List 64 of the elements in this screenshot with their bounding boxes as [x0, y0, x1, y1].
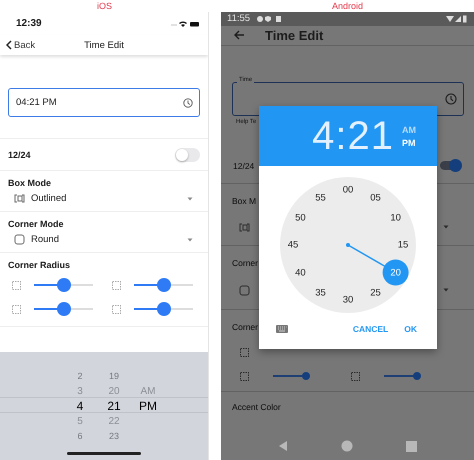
clock-icon [183, 98, 193, 108]
caret-down-icon [187, 196, 193, 200]
outline-box-icon [239, 222, 250, 232]
dropdown[interactable]: Outlined [8, 188, 200, 204]
back-arrow-icon [233, 30, 245, 40]
time-picker-wheel[interactable]: 2 3 4 5 6 19 20 21 22 23 AM PM [0, 352, 208, 460]
caret-down-icon [187, 238, 193, 242]
outline-box-icon [14, 194, 25, 203]
platform-label: iOS [96, 1, 112, 11]
overview-square-icon [406, 440, 418, 452]
dial-number[interactable]: 30 [342, 294, 354, 306]
back-triangle-icon [278, 440, 288, 452]
picker-item[interactable]: 21 [107, 399, 121, 414]
status-icons [170, 20, 200, 28]
setting-label: Corner [232, 322, 258, 332]
status-time: 12:39 [16, 18, 42, 29]
setting-label: Corner [232, 258, 258, 268]
corner-square-icon [12, 280, 21, 290]
setting-label: Box M [232, 196, 256, 206]
setting-label: Corner Radius [8, 260, 72, 270]
keyboard-icon [276, 325, 288, 334]
dial-number[interactable]: 50 [295, 212, 306, 224]
back-button[interactable]: Back [0, 40, 36, 50]
status-time: 11:55 [227, 13, 250, 24]
dial-number[interactable]: 45 [288, 240, 298, 251]
corner-square-icon [12, 304, 21, 314]
rounded-square-icon [239, 284, 250, 296]
corner-square-icon [351, 372, 360, 381]
clock-icon [445, 92, 457, 105]
caret-down-icon [443, 288, 449, 292]
home-circle-icon [340, 440, 353, 452]
status-icons [446, 14, 468, 23]
picker-item[interactable]: 4 [76, 399, 84, 414]
picker-item[interactable]: PM [139, 399, 157, 414]
toggle-switch[interactable] [440, 161, 460, 170]
dial-number[interactable]: 05 [370, 192, 381, 204]
dial-number[interactable]: 25 [370, 287, 381, 298]
page-title: Time Edit [265, 28, 324, 43]
corner-square-icon [112, 280, 121, 290]
dial-number[interactable]: 35 [315, 287, 326, 298]
clock-hand [346, 243, 409, 286]
dial-number[interactable]: 55 [315, 192, 326, 204]
dial-number[interactable]: 15 [398, 240, 408, 251]
setting-label: Corner Mode [8, 219, 65, 229]
time-display: 4:21 [312, 114, 394, 159]
page-title: Time Edit [84, 40, 124, 50]
dial-number[interactable]: 40 [295, 267, 306, 278]
chevron-left-icon [6, 40, 12, 50]
toggle-switch[interactable] [175, 148, 200, 162]
corner-square-icon [240, 348, 249, 357]
setting-label: 12/24 [8, 150, 31, 160]
caret-down-icon [443, 225, 449, 230]
clock-dial[interactable]: 00 05 10 15 20 25 30 35 40 45 50 55 [280, 177, 416, 314]
dial-number[interactable]: 10 [390, 212, 401, 224]
setting-label: 12/24 [233, 160, 254, 171]
corner-square-icon [240, 372, 249, 381]
setting-label: Accent Color [232, 402, 281, 412]
corner-square-icon [112, 304, 121, 314]
platform-label: Android [332, 1, 364, 11]
setting-label: Box Mode [8, 178, 52, 188]
dial-number[interactable]: 00 [342, 184, 354, 196]
time-field[interactable]: 04:21 PM [8, 88, 200, 117]
rounded-square-icon [14, 234, 25, 245]
dropdown[interactable]: Round [8, 229, 200, 245]
